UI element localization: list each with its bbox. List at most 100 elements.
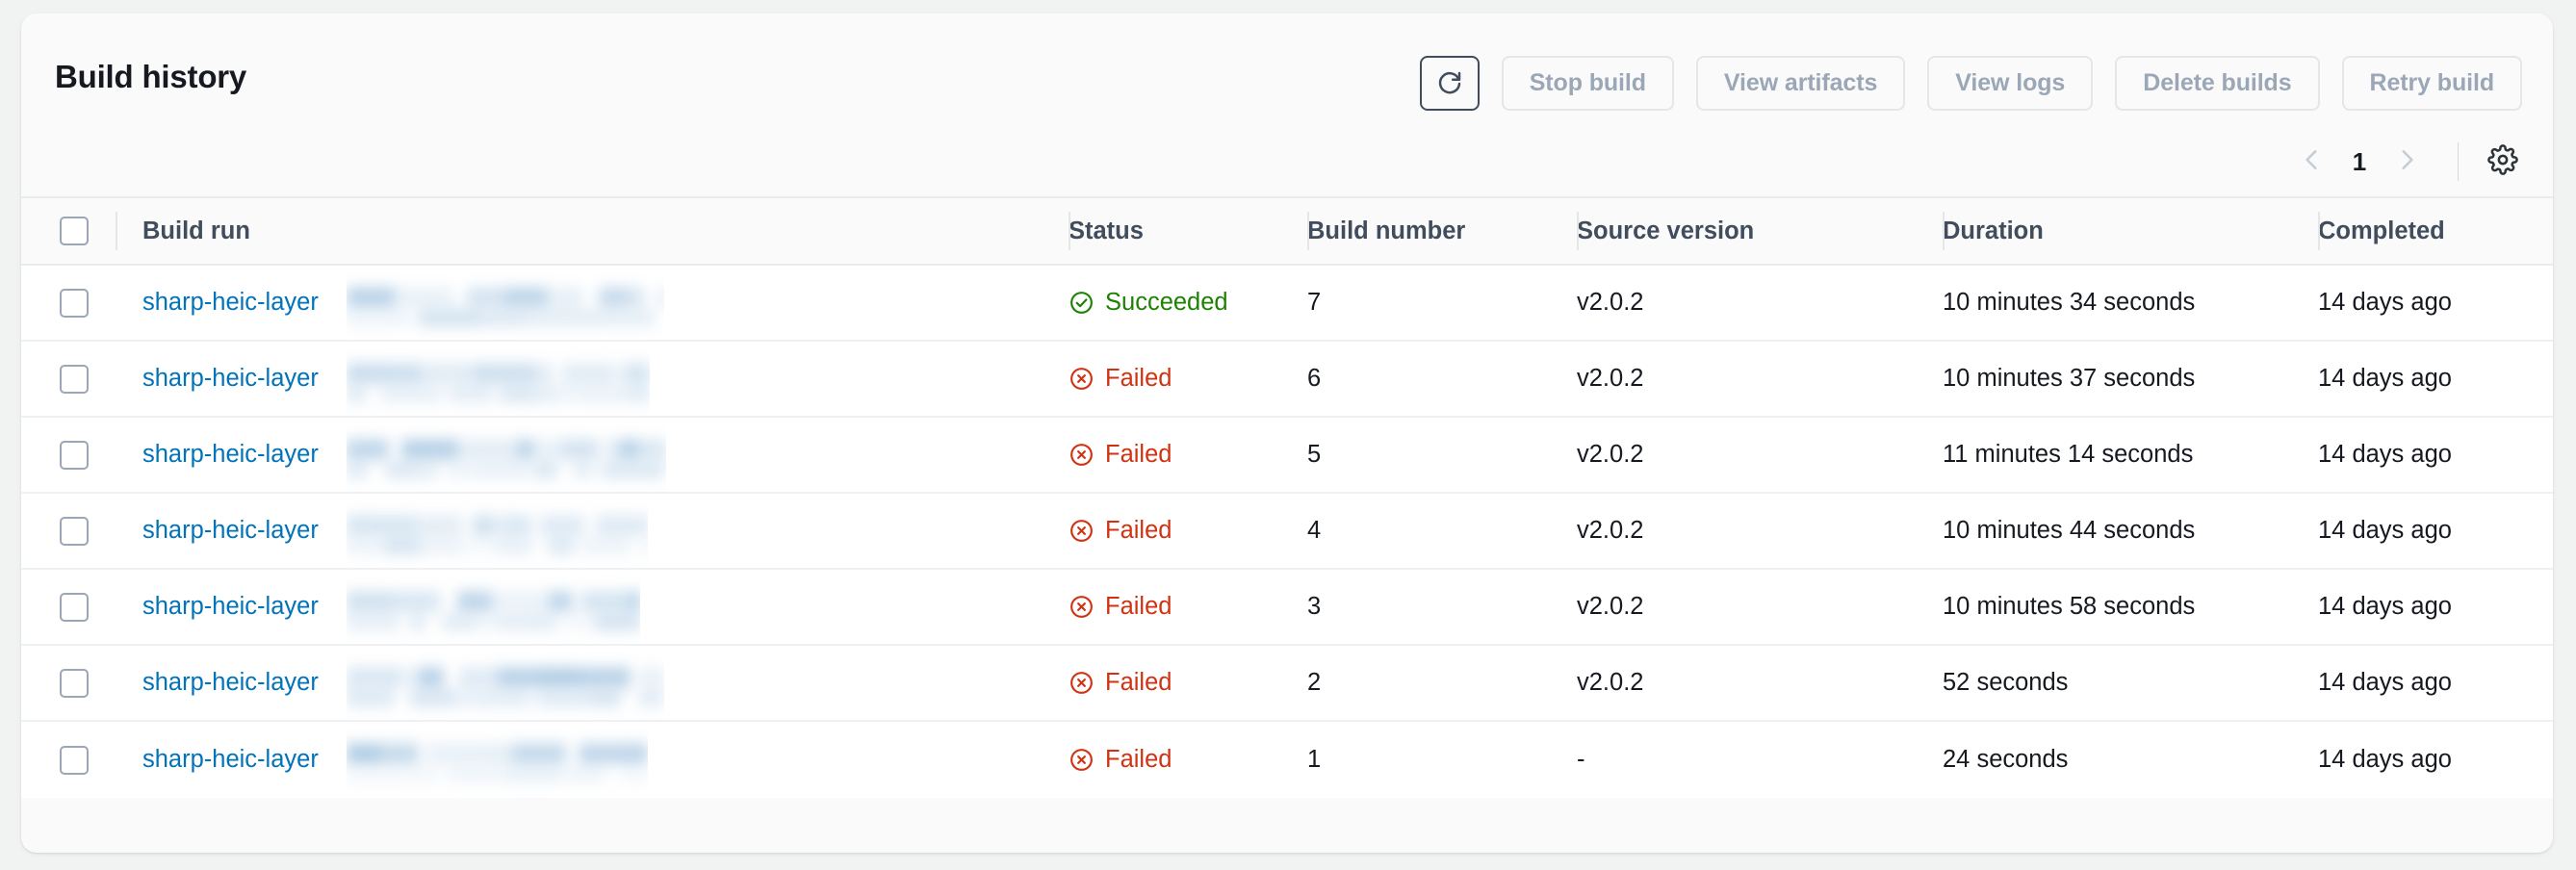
duration-cell: 10 minutes 44 seconds: [1943, 494, 2318, 568]
source-version-cell: v2.0.2: [1577, 570, 1943, 644]
error-x-icon: [1069, 747, 1095, 773]
build-run-cell: sharp-heic-layer: [116, 494, 1069, 568]
delete-builds-button[interactable]: Delete builds: [2115, 56, 2319, 111]
success-check-icon: [1069, 290, 1095, 316]
completed-cell: 14 days ago: [2318, 570, 2549, 644]
page-title: Build history: [55, 59, 246, 95]
status-cell: Failed: [1069, 646, 1307, 720]
build-run-cell: sharp-heic-layer: [116, 570, 1069, 644]
status-cell: Failed: [1069, 722, 1307, 798]
status-badge: Failed: [1069, 669, 1172, 697]
stop-build-button[interactable]: Stop build: [1502, 56, 1674, 111]
source-version-cell: v2.0.2: [1577, 342, 1943, 416]
completed-cell: 14 days ago: [2318, 418, 2549, 492]
view-logs-button[interactable]: View logs: [1927, 56, 2093, 111]
status-cell: Failed: [1069, 494, 1307, 568]
build-run-cell: sharp-heic-layer: [116, 266, 1069, 340]
row-checkbox[interactable]: [60, 365, 89, 394]
duration-cell: 10 minutes 37 seconds: [1943, 342, 2318, 416]
status-cell: Succeeded: [1069, 266, 1307, 340]
error-x-icon: [1069, 670, 1095, 696]
row-checkbox[interactable]: [60, 517, 89, 546]
table-row[interactable]: sharp-heic-layerFailed1-24 seconds14 day…: [21, 722, 2553, 798]
chevron-right-icon: [2394, 147, 2419, 177]
build-run-link[interactable]: sharp-heic-layer: [142, 669, 319, 697]
duration-cell: 24 seconds: [1943, 722, 2318, 798]
build-run-link[interactable]: sharp-heic-layer: [142, 289, 319, 317]
column-header-source-version[interactable]: Source version: [1577, 198, 1943, 264]
table-preferences-button[interactable]: [2480, 139, 2526, 185]
previous-page-button[interactable]: [2286, 136, 2338, 188]
row-select-cell[interactable]: [21, 722, 116, 798]
column-header-build-number[interactable]: Build number: [1307, 198, 1577, 264]
pagination-row: 1: [21, 127, 2553, 196]
status-badge: Succeeded: [1069, 289, 1228, 317]
column-header-duration[interactable]: Duration: [1943, 198, 2318, 264]
status-badge: Failed: [1069, 746, 1172, 774]
build-history-table: Build run Status Build number Source ver…: [21, 196, 2553, 798]
status-badge: Failed: [1069, 365, 1172, 393]
row-checkbox[interactable]: [60, 593, 89, 622]
build-run-cell: sharp-heic-layer: [116, 722, 1069, 798]
select-all-checkbox[interactable]: [60, 217, 89, 245]
row-checkbox[interactable]: [60, 289, 89, 318]
build-run-link[interactable]: sharp-heic-layer: [142, 746, 319, 774]
error-x-icon: [1069, 442, 1095, 468]
row-checkbox[interactable]: [60, 441, 89, 470]
gear-icon: [2487, 144, 2518, 180]
error-x-icon: [1069, 366, 1095, 392]
status-label: Failed: [1105, 669, 1172, 697]
retry-build-button[interactable]: Retry build: [2342, 56, 2522, 111]
build-run-link[interactable]: sharp-heic-layer: [142, 365, 319, 393]
row-select-cell[interactable]: [21, 418, 116, 492]
chevron-left-icon: [2300, 147, 2325, 177]
error-x-icon: [1069, 518, 1095, 544]
build-number-cell: 6: [1307, 342, 1577, 416]
row-select-cell[interactable]: [21, 266, 116, 340]
build-number-cell: 2: [1307, 646, 1577, 720]
row-select-cell[interactable]: [21, 494, 116, 568]
completed-cell: 14 days ago: [2318, 646, 2549, 720]
status-label: Failed: [1105, 365, 1172, 393]
duration-cell: 10 minutes 34 seconds: [1943, 266, 2318, 340]
table-row[interactable]: sharp-heic-layerFailed2v2.0.252 seconds1…: [21, 646, 2553, 722]
column-header-build-run[interactable]: Build run: [116, 198, 1069, 264]
status-badge: Failed: [1069, 441, 1172, 469]
build-run-cell: sharp-heic-layer: [116, 646, 1069, 720]
completed-cell: 14 days ago: [2318, 722, 2549, 798]
build-run-cell: sharp-heic-layer: [116, 418, 1069, 492]
status-cell: Failed: [1069, 418, 1307, 492]
page-number-1[interactable]: 1: [2338, 147, 2381, 177]
toolbar-actions: Stop build View artifacts View logs Dele…: [1420, 56, 2522, 111]
table-row[interactable]: sharp-heic-layerFailed5v2.0.211 minutes …: [21, 418, 2553, 494]
row-select-cell[interactable]: [21, 646, 116, 720]
column-header-completed[interactable]: Completed: [2318, 198, 2549, 264]
completed-cell: 14 days ago: [2318, 266, 2549, 340]
table-row[interactable]: sharp-heic-layer Failed 3v2.0.210 minutes …: [21, 570, 2553, 646]
view-artifacts-button[interactable]: View artifacts: [1696, 56, 1905, 111]
table-row[interactable]: sharp-heic-layerSucceeded7v2.0.210 minut…: [21, 266, 2553, 342]
row-select-cell[interactable]: [21, 342, 116, 416]
status-badge: Failed: [1069, 517, 1172, 545]
select-all-cell[interactable]: [21, 198, 116, 264]
status-cell: Failed: [1069, 342, 1307, 416]
refresh-button[interactable]: [1420, 56, 1480, 111]
table-row[interactable]: sharp-heic-layerFailed4v2.0.210 minutes …: [21, 494, 2553, 570]
build-number-cell: 3: [1307, 570, 1577, 644]
source-version-cell: v2.0.2: [1577, 646, 1943, 720]
source-version-cell: v2.0.2: [1577, 494, 1943, 568]
row-select-cell[interactable]: [21, 570, 116, 644]
status-cell: Failed: [1069, 570, 1307, 644]
table-row[interactable]: sharp-heic-layer Failed 6v2.0.210 minutes …: [21, 342, 2553, 418]
build-run-link[interactable]: sharp-heic-layer: [142, 441, 319, 469]
column-header-status[interactable]: Status: [1069, 198, 1307, 264]
status-label: Failed: [1105, 517, 1172, 545]
duration-cell: 10 minutes 58 seconds: [1943, 570, 2318, 644]
status-label: Failed: [1105, 593, 1172, 621]
build-run-link[interactable]: sharp-heic-layer: [142, 517, 319, 545]
row-checkbox[interactable]: [60, 746, 89, 775]
refresh-icon: [1435, 69, 1464, 98]
row-checkbox[interactable]: [60, 669, 89, 698]
build-run-link[interactable]: sharp-heic-layer: [142, 593, 319, 621]
next-page-button[interactable]: [2381, 136, 2433, 188]
